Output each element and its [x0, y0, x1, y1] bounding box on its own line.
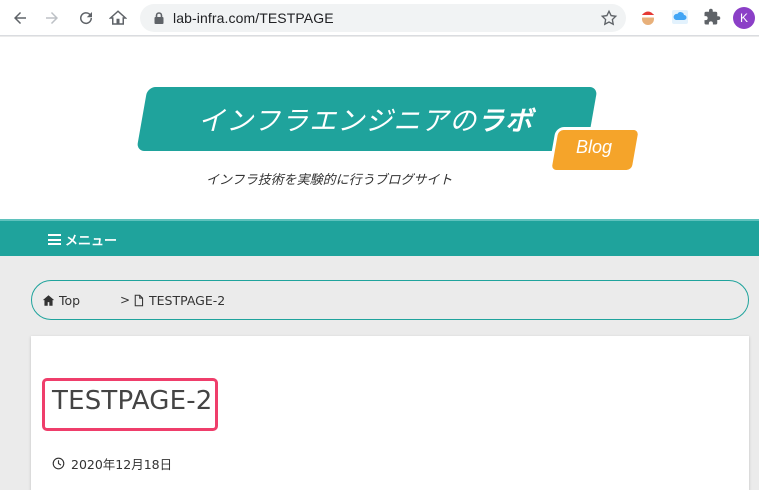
back-icon[interactable] — [8, 6, 32, 30]
reload-icon[interactable] — [74, 6, 98, 30]
logo-text: インフラエンジニアのラボ — [198, 99, 533, 138]
site-tagline: インフラ技術を実験的に行うブログサイト — [206, 173, 453, 188]
logo-bold-text: ラボ — [477, 106, 534, 137]
breadcrumb-current: TESTPAGE-2 — [132, 293, 225, 308]
profile-avatar[interactable]: K — [733, 7, 755, 29]
home-icon[interactable] — [106, 6, 130, 30]
post-date-text: 2020年12月18日 — [71, 457, 173, 472]
nav-menu-bar: メニュー — [0, 219, 759, 256]
page-icon — [134, 294, 144, 307]
hamburger-icon — [48, 234, 61, 245]
breadcrumb-home[interactable]: Top — [42, 293, 80, 308]
logo-main-text: インフラエンジニアの — [198, 106, 478, 137]
site-logo[interactable]: インフラエンジニアのラボ Blog — [136, 87, 648, 177]
address-bar[interactable]: lab-infra.com/TESTPAGE — [140, 4, 626, 32]
site-header: インフラエンジニアのラボ Blog インフラ技術を実験的に行うブログサイト — [0, 37, 759, 219]
breadcrumb-current-label: TESTPAGE-2 — [149, 293, 226, 308]
browser-toolbar: lab-infra.com/TESTPAGE K — [0, 0, 759, 36]
url-text[interactable]: lab-infra.com/TESTPAGE — [173, 10, 334, 26]
clock-icon — [52, 457, 65, 470]
lock-icon[interactable] — [152, 11, 166, 25]
breadcrumb: Top > TESTPAGE-2 — [31, 280, 749, 320]
forward-icon[interactable] — [40, 6, 64, 30]
logo-badge-text: Blog — [576, 137, 613, 157]
post-date: 2020年12月18日 — [52, 454, 172, 473]
breadcrumb-home-label[interactable]: Top — [59, 293, 80, 308]
home-icon — [42, 295, 55, 306]
star-icon[interactable] — [600, 9, 618, 27]
puzzle-icon[interactable] — [702, 7, 722, 27]
menu-button[interactable]: メニュー — [48, 230, 117, 249]
extension-santa-icon[interactable] — [638, 7, 658, 27]
menu-label: メニュー — [65, 234, 118, 249]
extension-cloud-icon[interactable] — [670, 7, 690, 27]
page-title: TESTPAGE-2 — [52, 386, 213, 416]
breadcrumb-separator: > — [120, 293, 131, 307]
